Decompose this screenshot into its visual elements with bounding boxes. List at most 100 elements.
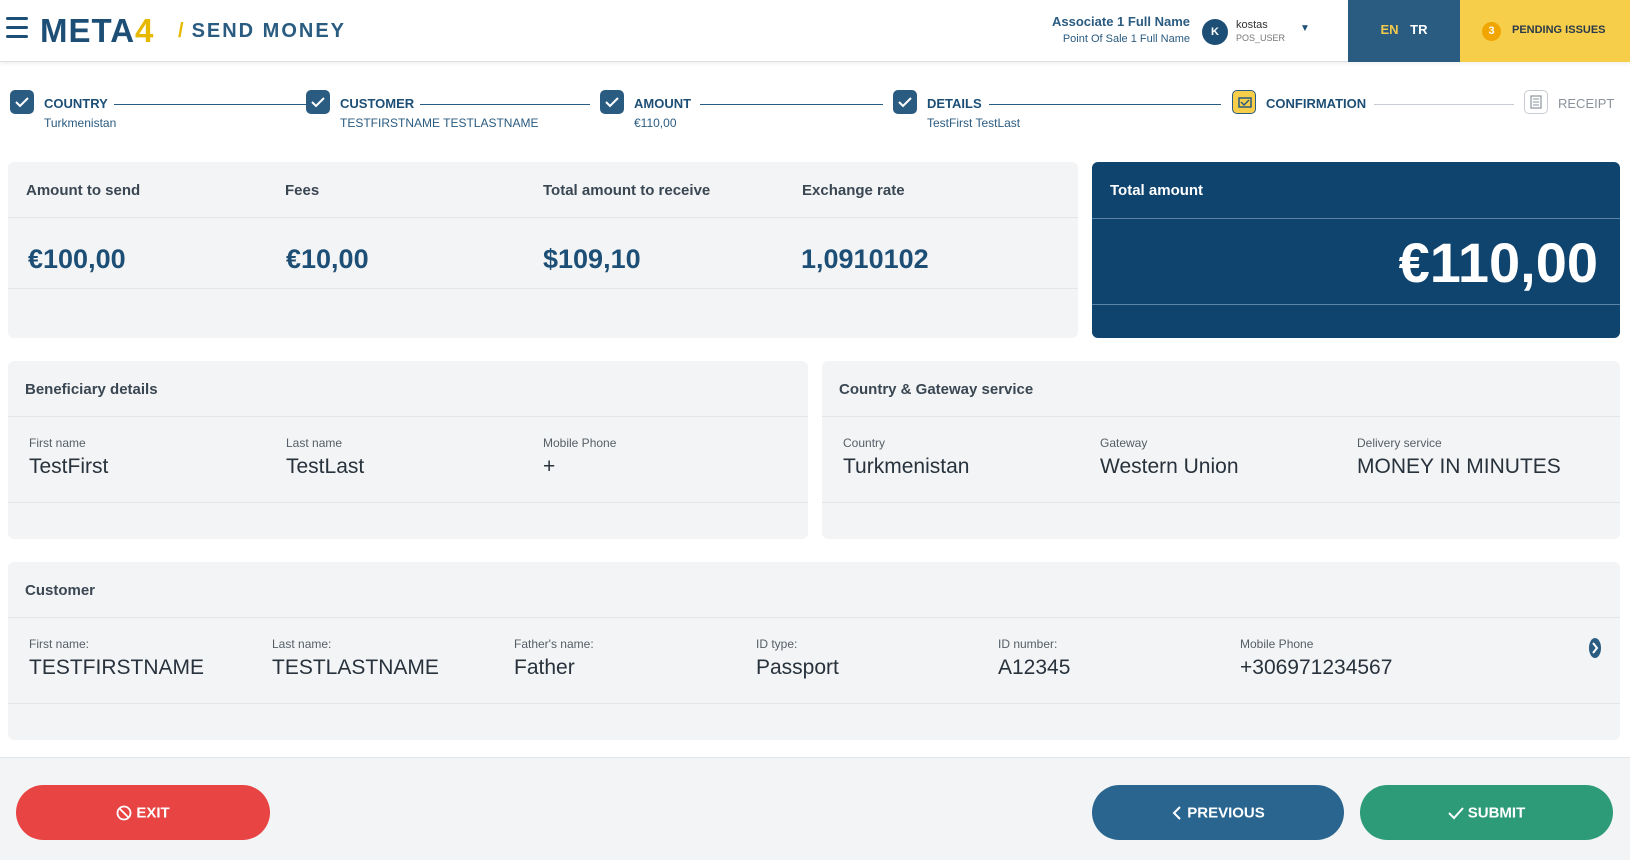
- submit-button[interactable]: SUBMIT: [1360, 785, 1613, 840]
- check-icon: [893, 90, 917, 114]
- step-label: COUNTRY: [44, 96, 108, 111]
- menu-icon[interactable]: [6, 17, 28, 43]
- id-number-value: A12345: [998, 656, 1071, 679]
- exit-label: EXIT: [136, 804, 170, 822]
- exit-button[interactable]: EXIT: [16, 785, 270, 840]
- check-icon: [1448, 807, 1464, 820]
- user-menu[interactable]: K kostas POS_USER ▼: [1202, 17, 1312, 47]
- previous-label: PREVIOUS: [1187, 804, 1265, 822]
- card-title: Customer: [25, 582, 96, 599]
- customer-card: Customer First name: TESTFIRSTNAME Last …: [8, 562, 1620, 740]
- language-switcher: EN TR: [1348, 0, 1460, 62]
- card-header: Country & Gateway service: [822, 361, 1620, 417]
- card-header: Beneficiary details: [8, 361, 808, 417]
- receipt-icon: [1524, 90, 1548, 114]
- mobile-phone-value: +: [543, 455, 556, 478]
- card-header: Customer: [8, 562, 1620, 618]
- user-name: kostas: [1236, 19, 1268, 31]
- customer-last-name-value: TESTLASTNAME: [272, 656, 439, 679]
- footer-bar: EXIT PREVIOUS SUBMIT: [0, 757, 1630, 860]
- logo: META4: [40, 12, 155, 49]
- step-label: CONFIRMATION: [1266, 96, 1367, 111]
- amount-to-send-label: Amount to send: [26, 182, 141, 199]
- amount-summary-card: Amount to send €100,00 Fees €10,00 Total…: [8, 162, 1078, 338]
- gateway-value: Western Union: [1100, 455, 1239, 478]
- exchange-rate-value: 1,0910102: [801, 244, 929, 274]
- country-value: Turkmenistan: [843, 455, 970, 478]
- beneficiary-details-card: Beneficiary details First name TestFirst…: [8, 361, 808, 539]
- last-name-label: Last name: [286, 436, 343, 450]
- total-amount-card: Total amount €110,00: [1092, 162, 1620, 338]
- pending-count-badge: 3: [1482, 22, 1501, 41]
- chevron-right-icon[interactable]: [1588, 637, 1602, 659]
- step-connector: [1374, 104, 1514, 105]
- customer-mobile-label: Mobile Phone: [1240, 637, 1314, 651]
- fathers-name-label: Father's name:: [514, 637, 594, 651]
- customer-last-name-label: Last name:: [272, 637, 332, 651]
- total-receive-label: Total amount to receive: [543, 182, 711, 199]
- check-icon: [600, 90, 624, 114]
- step-connector: [700, 104, 883, 105]
- user-role: POS_USER: [1236, 33, 1286, 43]
- total-amount-value: €110,00: [1398, 231, 1598, 294]
- id-type-label: ID type:: [756, 637, 798, 651]
- divider: [1092, 218, 1620, 219]
- customer-first-name-label: First name:: [29, 637, 90, 651]
- step-value: €110,00: [634, 116, 677, 130]
- chevron-left-icon: [1172, 806, 1181, 820]
- step-value: TestFirst TestLast: [927, 116, 1021, 130]
- divider: [1092, 304, 1620, 305]
- pending-issues-button[interactable]: 3 PENDING ISSUES: [1460, 0, 1630, 62]
- pending-issues-label: PENDING ISSUES: [1512, 24, 1606, 36]
- delivery-service-label: Delivery service: [1357, 436, 1442, 450]
- gateway-label: Gateway: [1100, 436, 1148, 450]
- divider: [8, 288, 1078, 289]
- country-gateway-card: Country & Gateway service Country Turkme…: [822, 361, 1620, 539]
- associate-info: Associate 1 Full Name Point Of Sale 1 Fu…: [1010, 14, 1190, 45]
- point-of-sale-name: Point Of Sale 1 Full Name: [1062, 33, 1190, 45]
- ban-icon: [116, 805, 132, 821]
- check-icon: [306, 90, 330, 114]
- first-name-value: TestFirst: [29, 455, 109, 478]
- step-value: TESTFIRSTNAME TESTLASTNAME: [340, 116, 539, 130]
- step-label: AMOUNT: [634, 96, 692, 111]
- lang-tr-button[interactable]: TR: [1410, 22, 1427, 37]
- card-title: Country & Gateway service: [839, 381, 1034, 398]
- associate-name: Associate 1 Full Name: [1052, 14, 1190, 29]
- check-icon: [10, 90, 34, 114]
- country-label: Country: [843, 436, 886, 450]
- fees-label: Fees: [285, 182, 320, 199]
- last-name-value: TestLast: [286, 455, 365, 478]
- id-number-label: ID number:: [998, 637, 1058, 651]
- submit-label: SUBMIT: [1467, 804, 1526, 822]
- progress-stepper: COUNTRY Turkmenistan CUSTOMER TESTFIRSTN…: [0, 86, 1630, 136]
- step-connector: [114, 104, 306, 105]
- step-label: RECEIPT: [1558, 96, 1615, 111]
- avatar: K: [1202, 19, 1228, 45]
- first-name-label: First name: [29, 436, 86, 450]
- step-connector: [420, 104, 590, 105]
- page-title: / SEND MONEY: [178, 20, 347, 42]
- divider: [8, 703, 1620, 704]
- mobile-phone-label: Mobile Phone: [543, 436, 617, 450]
- previous-button[interactable]: PREVIOUS: [1092, 785, 1344, 840]
- delivery-service-value: MONEY IN MINUTES: [1357, 455, 1561, 478]
- divider: [822, 502, 1620, 503]
- step-connector: [989, 104, 1221, 105]
- lang-en-button[interactable]: EN: [1380, 22, 1398, 37]
- id-type-value: Passport: [756, 656, 839, 679]
- chevron-down-icon[interactable]: ▼: [1300, 23, 1310, 34]
- confirmation-icon: [1232, 90, 1256, 114]
- fathers-name-value: Father: [514, 656, 575, 679]
- step-label: DETAILS: [927, 96, 982, 111]
- top-bar: META4 /SEND MONEY Associate 1 Full Name …: [0, 0, 1630, 62]
- customer-first-name-value: TESTFIRSTNAME: [29, 656, 205, 679]
- total-receive-value: $109,10: [543, 244, 641, 274]
- card-title: Beneficiary details: [25, 381, 158, 398]
- exchange-rate-label: Exchange rate: [802, 182, 905, 199]
- fees-value: €10,00: [286, 244, 369, 274]
- customer-mobile-value: +306971234567: [1240, 656, 1393, 679]
- step-label: CUSTOMER: [340, 96, 415, 111]
- step-value: Turkmenistan: [44, 116, 117, 130]
- divider: [8, 502, 808, 503]
